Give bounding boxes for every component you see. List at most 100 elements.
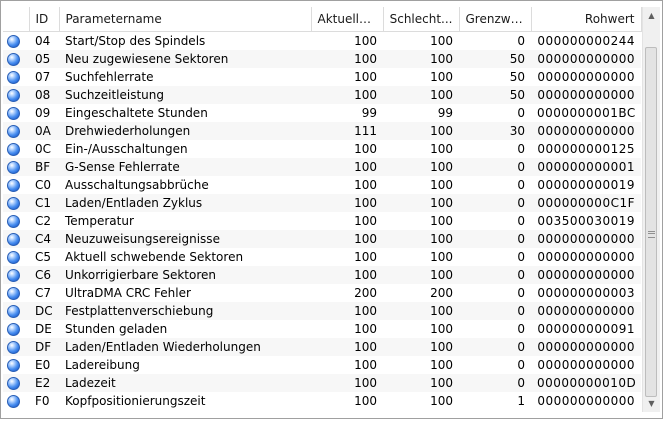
attribute-threshold: 0 bbox=[459, 320, 531, 338]
blue-status-dot-icon bbox=[7, 161, 20, 174]
table-row[interactable]: 0A Drehwiederholungen 111 100 30 000000000000 bbox=[3, 122, 641, 140]
vertical-scrollbar[interactable]: ▲ ▼ bbox=[642, 7, 660, 412]
attribute-raw-value: 000000000000 bbox=[531, 338, 641, 356]
attribute-current: 100 bbox=[311, 230, 383, 248]
table-row[interactable]: 09 Eingeschaltete Stunden 99 99 0 0000000001B… bbox=[3, 104, 641, 122]
column-header-current[interactable]: Aktueller... bbox=[311, 7, 384, 32]
attribute-raw-value: 000000000000 bbox=[531, 392, 641, 410]
blue-status-dot-icon bbox=[7, 395, 20, 408]
attribute-worst: 99 bbox=[383, 104, 459, 122]
attribute-worst: 100 bbox=[383, 68, 459, 86]
attribute-worst: 100 bbox=[383, 392, 459, 410]
blue-status-dot-icon bbox=[7, 233, 20, 246]
attribute-current: 100 bbox=[311, 356, 383, 374]
status-icon-cell bbox=[3, 320, 29, 338]
attribute-current: 100 bbox=[311, 158, 383, 176]
attribute-current: 100 bbox=[311, 194, 383, 212]
grip-icon bbox=[648, 231, 655, 238]
table-row[interactable]: E0 Ladereibung 100 100 0 000000000000 bbox=[3, 356, 641, 374]
attribute-worst: 100 bbox=[383, 86, 459, 104]
blue-status-dot-icon bbox=[7, 107, 20, 120]
table-row[interactable]: 05 Neu zugewiesene Sektoren 100 100 50 000000… bbox=[3, 50, 641, 68]
table-row[interactable]: F0 Kopfpositionierungszeit 100 100 1 00000000… bbox=[3, 392, 641, 410]
attribute-id: 0C bbox=[29, 140, 59, 158]
table-row[interactable]: 08 Suchzeitleistung 100 100 50 000000000000 bbox=[3, 86, 641, 104]
attribute-threshold: 0 bbox=[459, 230, 531, 248]
attribute-worst: 100 bbox=[383, 50, 459, 68]
attribute-threshold: 0 bbox=[459, 302, 531, 320]
table-row[interactable]: C6 Unkorrigierbare Sektoren 100 100 0 0000000… bbox=[3, 266, 641, 284]
attribute-name: Kopfpositionierungszeit bbox=[59, 392, 311, 410]
table-row[interactable]: DC Festplattenverschiebung 100 100 0 00000000… bbox=[3, 302, 641, 320]
table-row[interactable]: C5 Aktuell schwebende Sektoren 100 100 0 0000… bbox=[3, 248, 641, 266]
table-row[interactable]: C7 UltraDMA CRC Fehler 200 200 0 000000000003 bbox=[3, 284, 641, 302]
scroll-down-arrow-icon[interactable]: ▼ bbox=[643, 395, 660, 412]
column-header-worst[interactable]: Schlecht... bbox=[383, 7, 460, 32]
table-row[interactable]: C1 Laden/Entladen Zyklus 100 100 0 000000000C… bbox=[3, 194, 641, 212]
attribute-raw-value: 000000000000 bbox=[531, 230, 641, 248]
attribute-current: 100 bbox=[311, 392, 383, 410]
smart-attributes-panel: ID Parametername Aktueller... Schlecht..… bbox=[0, 0, 663, 419]
attribute-id: DF bbox=[29, 338, 59, 356]
table-row[interactable]: 07 Suchfehlerrate 100 100 50 000000000000 bbox=[3, 68, 641, 86]
status-icon-cell bbox=[3, 248, 29, 266]
table-row[interactable]: 0C Ein-/Ausschaltungen 100 100 0 000000000125 bbox=[3, 140, 641, 158]
attribute-threshold: 30 bbox=[459, 122, 531, 140]
attribute-worst: 100 bbox=[383, 320, 459, 338]
scrollbar-thumb[interactable] bbox=[645, 47, 657, 397]
scroll-up-arrow-icon[interactable]: ▲ bbox=[643, 7, 660, 24]
attribute-current: 100 bbox=[311, 50, 383, 68]
attribute-id: C2 bbox=[29, 212, 59, 230]
status-icon-cell bbox=[3, 194, 29, 212]
attribute-raw-value: 000000000000 bbox=[531, 86, 641, 104]
attribute-id: 09 bbox=[29, 104, 59, 122]
column-header-raw[interactable]: Rohwert bbox=[531, 7, 642, 32]
attribute-raw-value: 000000000019 bbox=[531, 176, 641, 194]
status-icon-cell bbox=[3, 212, 29, 230]
attribute-id: C0 bbox=[29, 176, 59, 194]
column-header-name[interactable]: Parametername bbox=[59, 7, 312, 32]
table-row[interactable]: C4 Neuzuweisungsereignisse 100 100 0 00000000… bbox=[3, 230, 641, 248]
table-row[interactable]: E2 Ladezeit 100 100 0 00000000010D bbox=[3, 374, 641, 392]
attribute-name: Laden/Entladen Zyklus bbox=[59, 194, 311, 212]
blue-status-dot-icon bbox=[7, 89, 20, 102]
table-row[interactable]: C0 Ausschaltungsabbrüche 100 100 0 0000000000… bbox=[3, 176, 641, 194]
attribute-current: 100 bbox=[311, 31, 383, 50]
table-row[interactable]: DF Laden/Entladen Wiederholungen 100 100 0 00… bbox=[3, 338, 641, 356]
attribute-worst: 100 bbox=[383, 140, 459, 158]
attribute-name: Neuzuweisungsereignisse bbox=[59, 230, 311, 248]
attribute-id: 04 bbox=[29, 31, 59, 50]
blue-status-dot-icon bbox=[7, 323, 20, 336]
attribute-threshold: 0 bbox=[459, 31, 531, 50]
table-row[interactable]: BF G-Sense Fehlerrate 100 100 0 000000000001 bbox=[3, 158, 641, 176]
attribute-current: 100 bbox=[311, 266, 383, 284]
table-row[interactable]: DE Stunden geladen 100 100 0 000000000091 bbox=[3, 320, 641, 338]
table-row[interactable]: C2 Temperatur 100 100 0 003500030019 bbox=[3, 212, 641, 230]
attribute-name: Start/Stop des Spindels bbox=[59, 31, 311, 50]
attribute-threshold: 0 bbox=[459, 140, 531, 158]
attribute-current: 100 bbox=[311, 140, 383, 158]
attribute-id: C5 bbox=[29, 248, 59, 266]
attribute-current: 100 bbox=[311, 248, 383, 266]
attribute-threshold: 0 bbox=[459, 338, 531, 356]
status-icon-cell bbox=[3, 176, 29, 194]
column-header-id[interactable]: ID bbox=[29, 7, 60, 32]
status-icon-cell bbox=[3, 230, 29, 248]
column-header-threshold[interactable]: Grenzwert bbox=[459, 7, 532, 32]
attribute-id: C7 bbox=[29, 284, 59, 302]
blue-status-dot-icon bbox=[7, 377, 20, 390]
attribute-worst: 100 bbox=[383, 266, 459, 284]
status-icon-cell bbox=[3, 266, 29, 284]
attribute-name: Suchfehlerrate bbox=[59, 68, 311, 86]
status-icon-cell bbox=[3, 158, 29, 176]
status-icon-cell bbox=[3, 122, 29, 140]
blue-status-dot-icon bbox=[7, 35, 20, 48]
table-row[interactable]: 04 Start/Stop des Spindels 100 100 0 00000000… bbox=[3, 31, 641, 50]
status-icon-cell bbox=[3, 302, 29, 320]
attribute-name: Temperatur bbox=[59, 212, 311, 230]
attribute-threshold: 0 bbox=[459, 266, 531, 284]
attribute-id: C1 bbox=[29, 194, 59, 212]
attribute-threshold: 1 bbox=[459, 392, 531, 410]
attribute-threshold: 0 bbox=[459, 356, 531, 374]
column-header-status[interactable] bbox=[3, 7, 30, 32]
